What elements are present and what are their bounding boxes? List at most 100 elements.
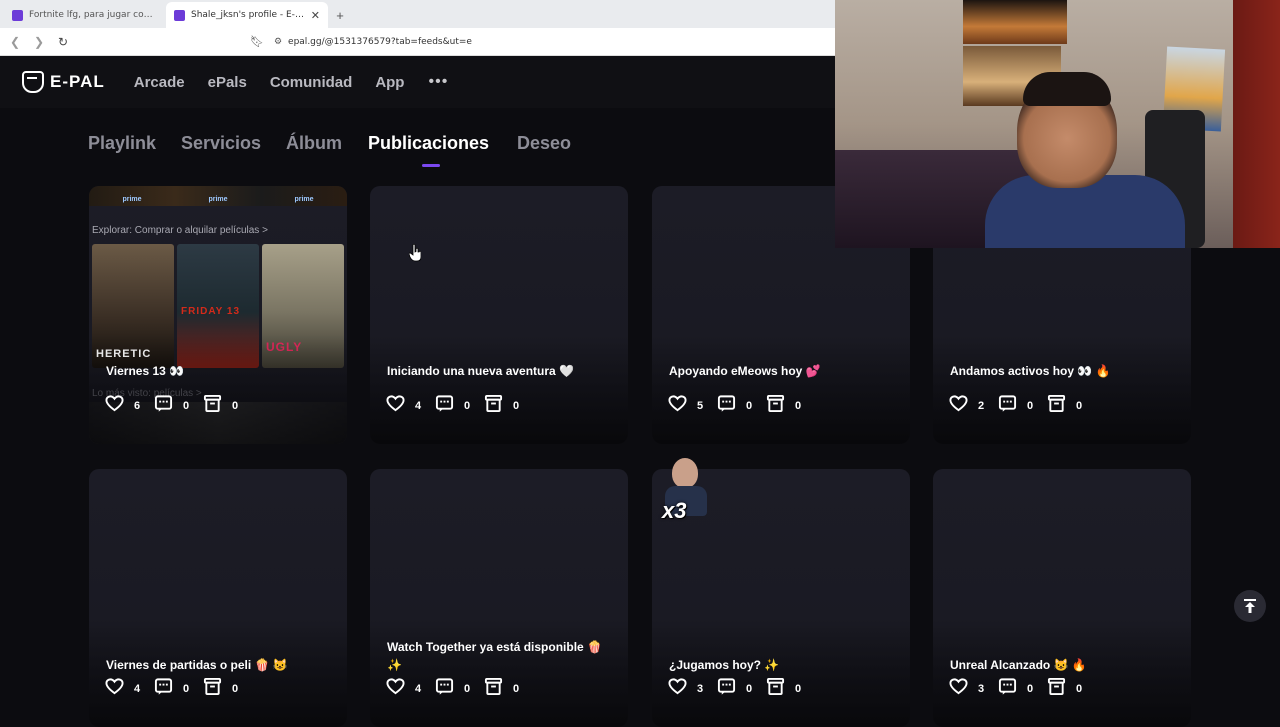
site-header: E-PAL Arcade ePals Comunidad App •••: [0, 56, 835, 108]
url-text: epal.gg/@1531376579?tab=feeds&ut=e: [288, 36, 472, 47]
nav-app[interactable]: App: [375, 74, 404, 91]
post-title: ¿Jugamos hoy? ✨: [669, 658, 780, 672]
more-menu-icon[interactable]: •••: [428, 73, 448, 91]
tab-servicios[interactable]: Servicios: [181, 133, 261, 154]
post-card[interactable]: Unreal Alcanzado 😺 🔥 3 0 0: [933, 469, 1191, 727]
comment-button[interactable]: 0: [154, 394, 191, 418]
tab-publicaciones[interactable]: Publicaciones: [368, 133, 489, 154]
comment-button[interactable]: 0: [717, 394, 754, 418]
save-button[interactable]: 0: [1047, 677, 1084, 701]
post-title: Viernes de partidas o peli 🍿 😺: [106, 658, 288, 672]
like-button[interactable]: 3: [949, 677, 986, 701]
comment-button[interactable]: 0: [717, 677, 754, 701]
comment-count: 0: [183, 400, 190, 412]
save-button[interactable]: 0: [766, 677, 803, 701]
back-arrow-icon[interactable]: ❮: [8, 35, 22, 49]
save-button[interactable]: 0: [203, 677, 240, 701]
comment-button[interactable]: 0: [435, 677, 472, 701]
tab-playlink[interactable]: Playlink: [88, 133, 156, 154]
card-shade: [652, 334, 910, 444]
post-title: Iniciando una nueva aventura 🤍: [387, 364, 574, 378]
post-stats: 3 0 0: [668, 677, 815, 701]
hand-cursor-icon: [409, 244, 421, 262]
like-count: 3: [697, 683, 704, 695]
card-shade: [89, 334, 347, 444]
post-card[interactable]: Iniciando una nueva aventura 🤍 4 0 0: [370, 186, 628, 444]
like-count: 2: [978, 400, 985, 412]
post-stats: 3 0 0: [949, 677, 1096, 701]
comment-count: 0: [464, 400, 471, 412]
browser-tab-active[interactable]: Shale_jksn's profile - E-Pal ✕: [166, 2, 328, 28]
prime-label: prime: [208, 196, 228, 203]
poster-title: FRIDAY 13: [181, 306, 241, 317]
archive-icon: [203, 677, 222, 701]
comment-button[interactable]: 0: [998, 394, 1035, 418]
comment-count: 0: [464, 683, 471, 695]
scroll-to-top-button[interactable]: [1234, 590, 1266, 622]
like-button[interactable]: 4: [105, 677, 142, 701]
like-button[interactable]: 4: [386, 677, 423, 701]
like-button[interactable]: 5: [668, 394, 705, 418]
post-title: Apoyando eMeows hoy 💕: [669, 364, 821, 378]
save-button[interactable]: 0: [1047, 394, 1084, 418]
comment-icon: [435, 394, 454, 418]
prime-banner: prime prime prime: [89, 186, 347, 206]
nav-arcade[interactable]: Arcade: [134, 74, 185, 91]
comment-button[interactable]: 0: [154, 677, 191, 701]
reload-icon[interactable]: ↻: [56, 35, 70, 49]
arrow-up-icon: [1244, 599, 1256, 613]
prime-label: prime: [122, 196, 142, 203]
comment-icon: [717, 394, 736, 418]
heart-icon: [386, 394, 405, 418]
like-count: 4: [415, 683, 422, 695]
nav-comunidad[interactable]: Comunidad: [270, 74, 353, 91]
comment-button[interactable]: 0: [435, 394, 472, 418]
epal-favicon-icon: [12, 9, 23, 21]
like-button[interactable]: 3: [668, 677, 705, 701]
post-title: Unreal Alcanzado 😺 🔥: [950, 658, 1087, 672]
save-count: 0: [1076, 683, 1083, 695]
comment-icon: [998, 677, 1017, 701]
like-button[interactable]: 2: [949, 394, 986, 418]
post-card[interactable]: Watch Together ya está disponible 🍿 ✨ 4 0 0: [370, 469, 628, 727]
post-stats: 4 0 0: [386, 677, 533, 701]
save-count: 0: [232, 400, 239, 412]
like-button[interactable]: 6: [105, 394, 142, 418]
url-field[interactable]: ⚙ epal.gg/@1531376579?tab=feeds&ut=e: [274, 37, 472, 47]
archive-icon: [484, 394, 503, 418]
new-tab-button[interactable]: +: [328, 2, 352, 28]
comment-button[interactable]: 0: [998, 677, 1035, 701]
comment-icon: [998, 394, 1017, 418]
archive-icon: [203, 394, 222, 418]
post-card[interactable]: prime prime prime Explorar: Comprar o alqui…: [89, 186, 347, 444]
bookmark-icon[interactable]: 🔖︎: [250, 35, 264, 48]
heart-icon: [105, 394, 124, 418]
comment-icon: [154, 677, 173, 701]
explore-movies-text: Explorar: Comprar o alquilar películas >: [92, 225, 268, 236]
active-tab-indicator: [422, 164, 440, 167]
save-button[interactable]: 0: [484, 394, 521, 418]
comment-count: 0: [1027, 400, 1034, 412]
save-button[interactable]: 0: [484, 677, 521, 701]
comment-icon: [154, 394, 173, 418]
post-card[interactable]: Viernes de partidas o peli 🍿 😺 4 0 0: [89, 469, 347, 727]
nav-epals[interactable]: ePals: [208, 74, 247, 91]
tab-deseo[interactable]: Deseo: [517, 133, 571, 154]
forward-arrow-icon[interactable]: ❯: [32, 35, 46, 49]
post-title: Watch Together ya está disponible 🍿 ✨: [387, 640, 602, 672]
like-count: 5: [697, 400, 704, 412]
epal-favicon-icon: [174, 9, 185, 21]
tab-album[interactable]: Álbum: [286, 133, 342, 154]
archive-icon: [766, 394, 785, 418]
save-button[interactable]: 0: [766, 394, 803, 418]
browser-tab[interactable]: Fortnite lfg, para jugar con gamers d: [4, 2, 166, 28]
site-info-icon[interactable]: ⚙: [274, 37, 282, 47]
save-button[interactable]: 0: [203, 394, 240, 418]
close-tab-icon[interactable]: ✕: [311, 9, 320, 22]
like-count: 4: [134, 683, 141, 695]
comment-count: 0: [183, 683, 190, 695]
x3-sticker-image: x3: [662, 456, 710, 532]
epal-logo[interactable]: E-PAL: [22, 71, 105, 93]
like-button[interactable]: 4: [386, 394, 423, 418]
like-count: 6: [134, 400, 141, 412]
